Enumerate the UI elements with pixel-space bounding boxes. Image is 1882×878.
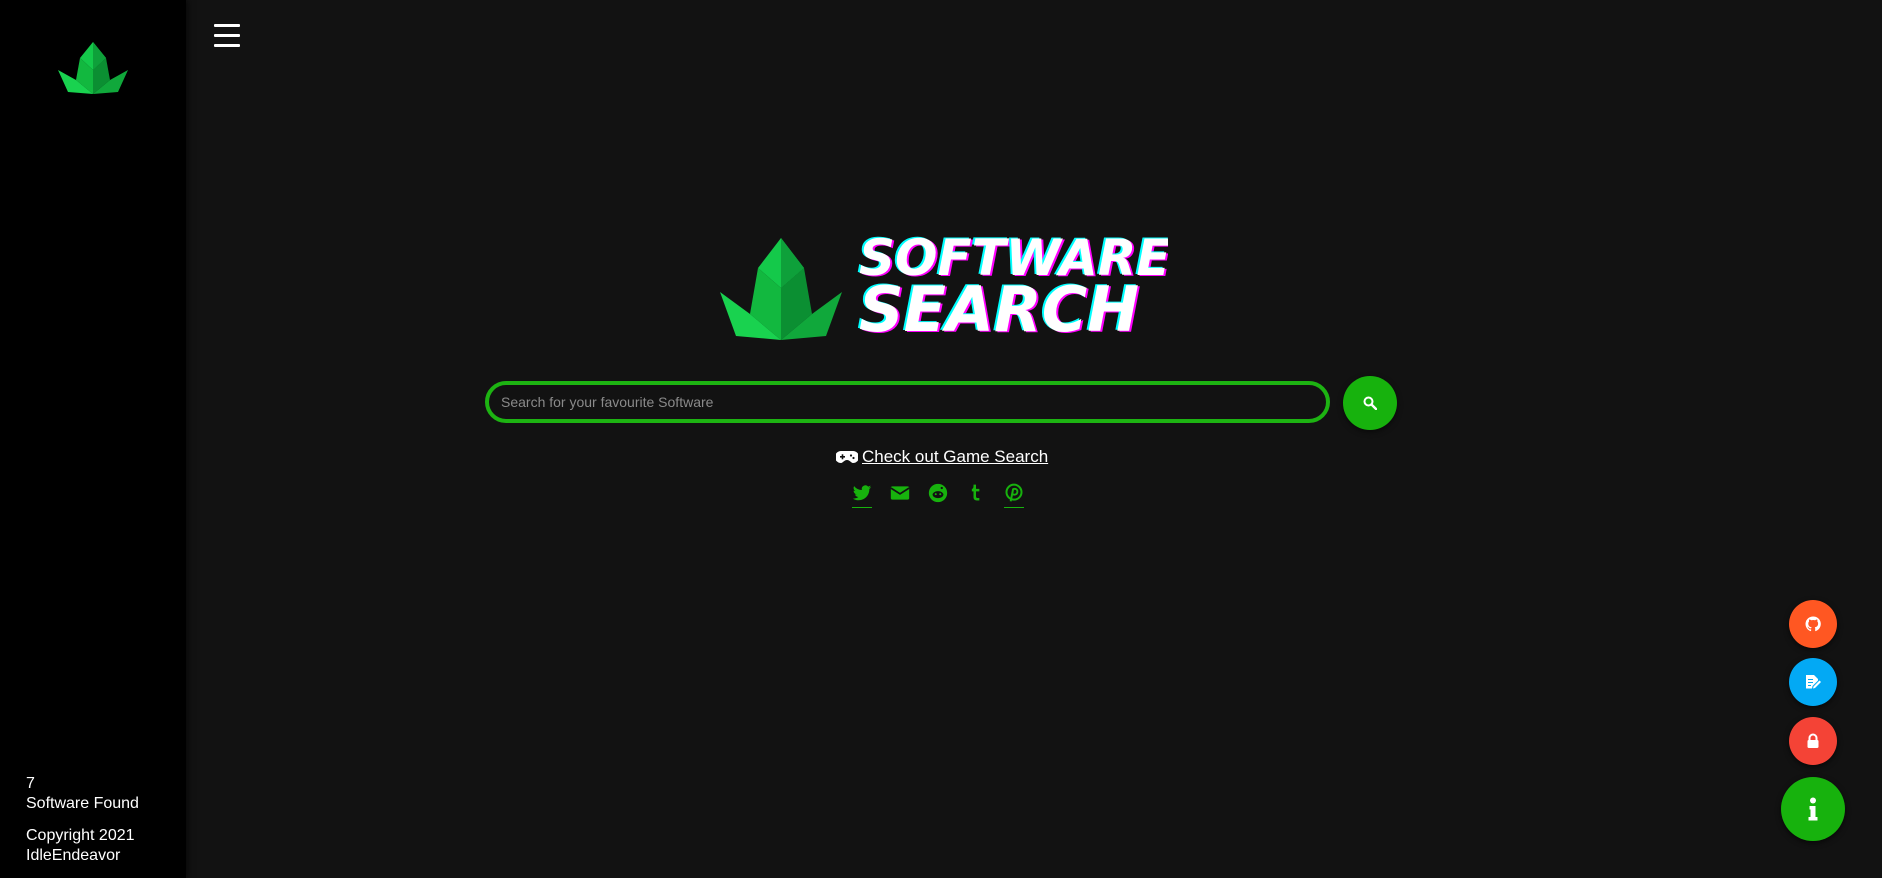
software-found-label: Software Found [26,795,139,812]
search-box [485,381,1330,423]
sidebar: 7 Software Found Copyright 2021 IdleEnde… [0,0,186,878]
info-icon [1808,797,1818,821]
search-icon [1363,396,1377,410]
twitter-icon[interactable] [852,483,872,508]
software-count: 7 [26,775,35,792]
tumblr-icon[interactable] [966,483,986,507]
reddit-icon[interactable] [928,483,948,507]
lock-icon [1807,733,1819,748]
logo-text-line2: SEARCH [859,273,1139,344]
app-logo-icon[interactable] [58,40,128,96]
hamburger-icon[interactable] [212,24,242,54]
hero-logo: SOFTWARE SOFTWARE SOFTWARE SEARCH SEARCH… [720,232,1168,344]
social-links [852,483,1024,508]
email-icon[interactable] [890,483,910,507]
github-icon [1805,616,1821,632]
game-search-link[interactable]: Check out Game Search [836,447,1048,467]
software-stats: 7 Software Found Copyright 2021 IdleEnde… [26,774,139,866]
leaf-logo-icon [720,238,842,340]
pinterest-icon[interactable] [1004,483,1024,508]
copyright-text: Copyright 2021 [26,827,135,844]
edit-button[interactable] [1789,658,1837,706]
info-button[interactable] [1781,777,1845,841]
author-text: IdleEndeavor [26,847,121,864]
lock-button[interactable] [1789,717,1837,765]
search-input[interactable] [489,385,1326,419]
gamepad-icon [836,451,858,463]
game-search-label: Check out Game Search [862,447,1049,466]
search-button[interactable] [1343,376,1397,430]
github-button[interactable] [1789,600,1837,648]
edit-icon [1806,675,1821,689]
